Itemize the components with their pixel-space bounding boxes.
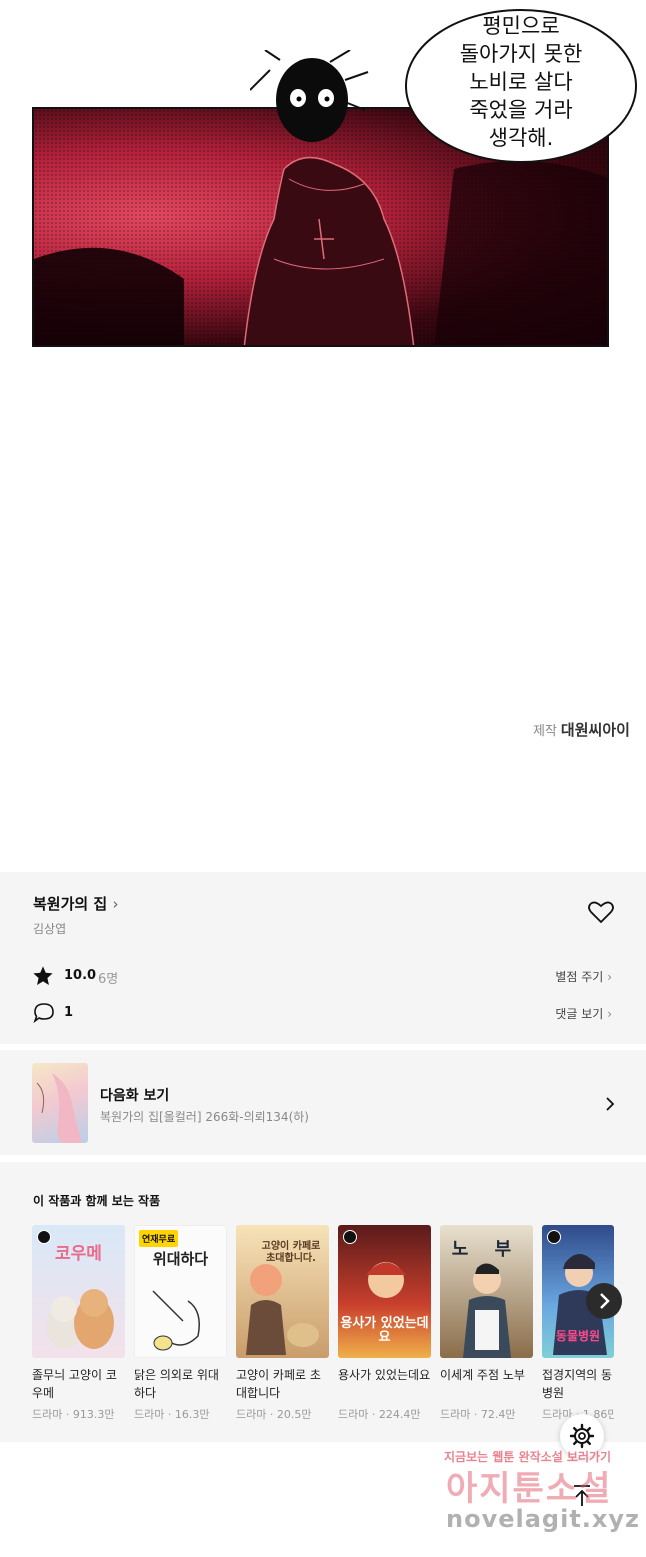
view-comments-button[interactable]: 댓글 보기 › [555,1005,612,1022]
recommendation-meta: 드라마 · 224.4만 [338,1408,421,1421]
chevron-right-icon [600,1293,610,1309]
hero-illustration [366,1262,406,1298]
recommendation-title: 용사가 있었는데요 [338,1368,431,1382]
rate-button[interactable]: 별점 주기 › [555,968,612,985]
credit-label: 제작 [533,724,557,739]
recommendation-cover[interactable]: 용사가 있었는데요 [338,1225,431,1358]
recommendation-title: 닭은 의외로 위대하다 [134,1368,219,1400]
cats-illustration [46,1289,114,1349]
recommendation-card[interactable]: 코우메 졸무늬 고양이 코우메 드라마 · 913.3만 [32,1225,125,1422]
cover-title-art: 용사가 있었는데요 [340,1316,429,1345]
credit-name: 대원씨아이 [560,721,630,739]
rate-button-label: 별점 주기 [555,970,604,984]
comment-icon [33,1003,54,1024]
thumbnail-illustration [36,1073,82,1143]
recommendation-card[interactable]: 고양이 카페로 초대합니다. 고양이 카페로 초대합니다 드라마 · 20.5만 [236,1225,329,1422]
rating-score: 10.0 [64,968,97,983]
star-icon [33,966,53,985]
recommendation-title: 졸무늬 고양이 코우메 [32,1368,117,1400]
series-title-link[interactable]: 복원가의 집 › [33,893,118,914]
chicken-illustration [152,1290,200,1351]
recommendation-cover[interactable]: 노 부 [440,1225,533,1358]
speech-line: 생각해. [488,126,554,150]
series-title: 복원가의 집 [33,895,108,913]
character-head-illustration [250,50,369,142]
free-badge: 연재무료 [139,1230,179,1247]
next-episode-thumbnail[interactable] [32,1063,88,1143]
rating-count: 6명 [98,972,119,987]
speech-bubble-text: 평민으로 돌아가지 못한 노비로 살다 죽었을 거라 생각해. [404,12,638,152]
recommendation-title: 고양이 카페로 초대합니다 [236,1368,321,1400]
production-credit: 제작 대원씨아이 [533,719,630,740]
recommendation-cover[interactable]: 고양이 카페로 초대합니다. [236,1225,329,1358]
speech-line: 노비로 살다 [469,70,573,94]
next-episode-label: 다음화 보기 [100,1088,170,1104]
recommendation-cover[interactable]: 연재무료 위대하다 [134,1225,227,1358]
chevron-right-icon[interactable] [604,1096,616,1112]
chevron-right-icon: › [607,970,612,984]
watermark-logo: 아지툰소설 [446,1469,613,1509]
chef-illustration [463,1263,511,1358]
speech-line: 죽었을 거라 [469,98,573,122]
recommendation-card[interactable]: 용사가 있었는데요 용사가 있었는데요 드라마 · 224.4만 [338,1225,431,1422]
recommendation-card[interactable]: 동물병원 접경지역의 동 병원 드라마 · 1.86만 [542,1225,614,1422]
cover-title-art: 노 부 [451,1239,522,1260]
speech-line: 평민으로 [482,14,560,38]
series-author: 김상엽 [33,922,67,936]
heart-icon[interactable] [588,901,614,923]
scroll-next-button[interactable] [586,1283,622,1319]
recommendation-meta: 드라마 · 20.5만 [236,1408,312,1421]
clock-icon [547,1230,561,1244]
chevron-right-icon: › [112,895,119,913]
cover-title-art: 동물병원 [555,1329,601,1343]
recommendation-meta: 드라마 · 913.3만 [32,1408,115,1421]
girl-illustration [246,1264,319,1355]
recommendation-title: 접경지역의 동 병원 [542,1368,613,1400]
view-comments-label: 댓글 보기 [555,1007,604,1021]
speech-line: 돌아가지 못한 [459,42,583,66]
watermark-url: novelagit.xyz [446,1505,641,1533]
recommendation-cover[interactable]: 코우메 [32,1225,125,1358]
recommendation-card[interactable]: 연재무료 위대하다 닭은 의외로 위대하다 드라마 · 16.3만 [134,1225,227,1422]
comment-count: 1 [64,1005,74,1020]
next-episode-subtitle: 복원가의 집[올컬러] 266화-의뢰134(하) [100,1110,309,1124]
recommendation-meta: 드라마 · 16.3만 [134,1408,210,1421]
clock-icon [343,1230,357,1244]
chevron-right-icon: › [607,1007,612,1021]
next-episode-card[interactable] [0,1050,646,1155]
cover-title-art: 코우메 [55,1244,102,1264]
recommendation-title: 이세계 주점 노부 [440,1368,525,1382]
recommendation-card[interactable]: 노 부 이세계 주점 노부 드라마 · 72.4만 [440,1225,533,1422]
recommendation-meta: 드라마 · 72.4만 [440,1408,516,1421]
cover-title-art: 위대하다 [152,1250,209,1268]
recommendations-heading: 이 작품과 함께 보는 작품 [33,1194,161,1208]
